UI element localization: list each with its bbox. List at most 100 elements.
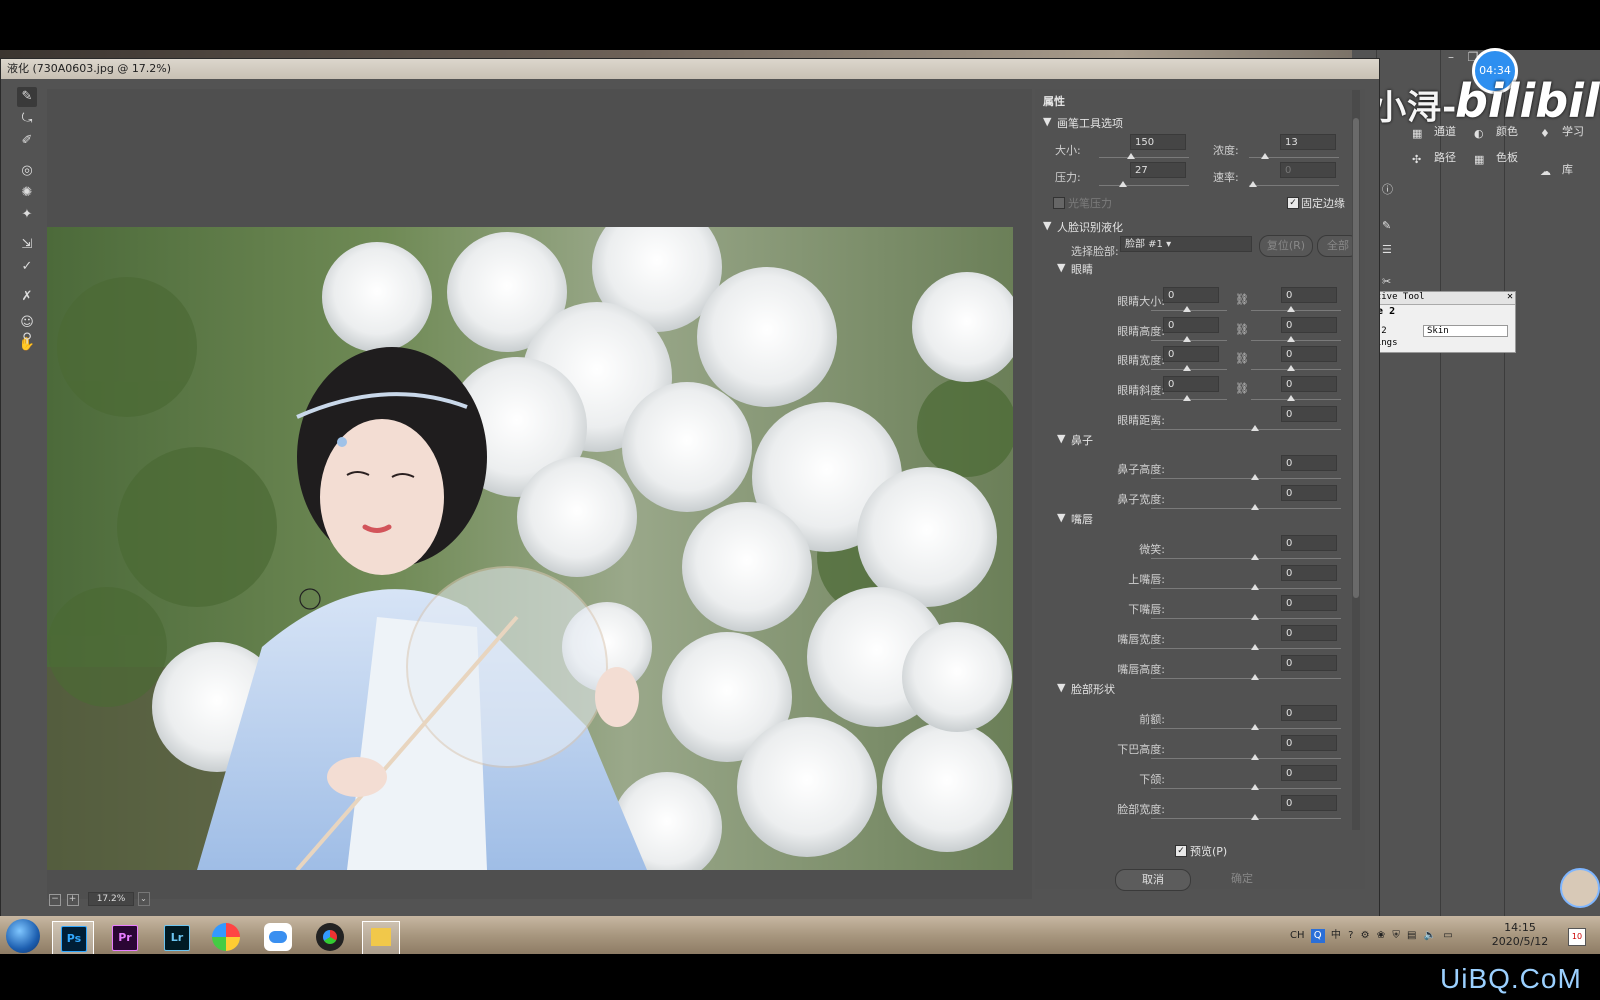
eye-height-right-input[interactable]: 0 xyxy=(1281,317,1337,333)
help-icon[interactable]: ? xyxy=(1348,930,1353,941)
stylus-pressure-checkbox[interactable] xyxy=(1053,197,1065,209)
eye-tilt-right-slider[interactable] xyxy=(1251,395,1341,401)
slider-knob[interactable] xyxy=(1127,153,1135,159)
zoom-in-button[interactable]: + xyxy=(66,894,79,906)
eye-distance-slider[interactable] xyxy=(1151,425,1341,431)
pressure-slider[interactable] xyxy=(1099,181,1189,187)
reset-button[interactable]: 复位(R) xyxy=(1259,235,1313,257)
slider-knob[interactable] xyxy=(1287,365,1295,371)
zoom-level-field[interactable]: 17.2% xyxy=(88,892,134,906)
eye-distance-input[interactable]: 0 xyxy=(1281,406,1337,422)
tools-icon[interactable]: ✂ xyxy=(1382,272,1391,292)
taskbar-premiere[interactable]: Pr xyxy=(104,921,144,953)
twirl-tool[interactable]: ◎ xyxy=(17,161,37,181)
eye-tilt-left-slider[interactable] xyxy=(1151,395,1227,401)
skin-dropdown[interactable]: Skin xyxy=(1423,325,1508,337)
freeze-mask-tool[interactable]: ✓ xyxy=(17,257,37,277)
reconstruct-tool[interactable]: ⤿ xyxy=(17,109,37,129)
slider-knob[interactable] xyxy=(1251,784,1259,790)
explorer-app-icon[interactable] xyxy=(362,921,400,955)
forward-warp-tool[interactable]: ✎ xyxy=(17,87,37,107)
jawline-input[interactable]: 0 xyxy=(1281,765,1337,781)
slider-knob[interactable] xyxy=(1251,814,1259,820)
display-icon[interactable]: ▭ xyxy=(1443,930,1452,941)
davinci-app-icon[interactable] xyxy=(316,923,344,951)
taskbar-photoshop[interactable]: Ps xyxy=(52,921,94,955)
slider-knob[interactable] xyxy=(1251,425,1259,431)
upper-lip-input[interactable]: 0 xyxy=(1281,565,1337,581)
preview-image[interactable] xyxy=(47,227,1013,870)
ok-button[interactable]: 确定 xyxy=(1205,869,1279,889)
rate-input[interactable]: 0 xyxy=(1280,162,1336,178)
eye-width-left-slider[interactable] xyxy=(1151,365,1227,371)
size-slider[interactable] xyxy=(1099,153,1189,159)
settings-icon[interactable]: ⚙ xyxy=(1361,930,1370,941)
section-face-toggle[interactable]: ▼ xyxy=(1043,219,1051,232)
eye-size-right-slider[interactable] xyxy=(1251,306,1341,312)
eye-size-right-input[interactable]: 0 xyxy=(1281,287,1337,303)
search-icon[interactable]: Q xyxy=(1310,929,1325,943)
pressure-input[interactable]: 27 xyxy=(1130,162,1186,178)
link-icon[interactable]: ⛓ xyxy=(1235,352,1249,365)
paths-panel-tab[interactable]: ✣ 路径 xyxy=(1412,148,1456,168)
select-face-dropdown[interactable]: 脸部 #1 ▾ xyxy=(1120,236,1252,252)
cloud-app-icon[interactable] xyxy=(264,923,292,951)
taskbar-clock[interactable]: 14:15 2020/5/12 xyxy=(1490,921,1550,949)
zoom-out-button[interactable]: − xyxy=(49,894,61,906)
info-icon[interactable]: ⓘ xyxy=(1382,180,1393,200)
eye-size-left-slider[interactable] xyxy=(1151,306,1227,312)
size-input[interactable]: 150 xyxy=(1130,134,1186,150)
taskbar-lightroom[interactable]: Lr xyxy=(156,921,196,953)
brush-icon[interactable]: ✎ xyxy=(1382,216,1391,236)
slider-knob[interactable] xyxy=(1287,336,1295,342)
scrollbar-thumb[interactable] xyxy=(1353,118,1359,598)
eye-tilt-left-input[interactable]: 0 xyxy=(1163,376,1219,392)
eye-height-right-slider[interactable] xyxy=(1251,336,1341,342)
link-icon[interactable]: ⛓ xyxy=(1235,323,1249,336)
face-width-input[interactable]: 0 xyxy=(1281,795,1337,811)
slider-knob[interactable] xyxy=(1119,181,1127,187)
slider-knob[interactable] xyxy=(1183,365,1191,371)
close-icon[interactable]: ✕ xyxy=(1507,291,1513,302)
eye-tilt-right-input[interactable]: 0 xyxy=(1281,376,1337,392)
slider-knob[interactable] xyxy=(1251,584,1259,590)
network-icon[interactable]: ▤ xyxy=(1407,930,1416,941)
notification-badge[interactable]: 10 xyxy=(1568,928,1586,946)
slider-knob[interactable] xyxy=(1251,674,1259,680)
chin-height-input[interactable]: 0 xyxy=(1281,735,1337,751)
density-input[interactable]: 13 xyxy=(1280,134,1336,150)
lower-lip-input[interactable]: 0 xyxy=(1281,595,1337,611)
eye-height-left-input[interactable]: 0 xyxy=(1163,317,1219,333)
push-left-tool[interactable]: ⇲ xyxy=(17,235,37,255)
slider-knob[interactable] xyxy=(1183,336,1191,342)
nose-width-slider[interactable] xyxy=(1151,504,1341,510)
nose-height-slider[interactable] xyxy=(1151,474,1341,480)
cancel-button[interactable]: 取消 xyxy=(1115,869,1191,891)
slider-knob[interactable] xyxy=(1251,554,1259,560)
mouth-width-input[interactable]: 0 xyxy=(1281,625,1337,641)
slider-knob[interactable] xyxy=(1251,754,1259,760)
eye-width-left-input[interactable]: 0 xyxy=(1163,346,1219,362)
eye-height-left-slider[interactable] xyxy=(1151,336,1227,342)
slider-knob[interactable] xyxy=(1183,306,1191,312)
language-indicator[interactable]: CH xyxy=(1290,930,1305,941)
jawline-slider[interactable] xyxy=(1151,784,1341,790)
smile-input[interactable]: 0 xyxy=(1281,535,1337,551)
forehead-input[interactable]: 0 xyxy=(1281,705,1337,721)
lower-lip-slider[interactable] xyxy=(1151,614,1341,620)
slider-knob[interactable] xyxy=(1287,395,1295,401)
eye-size-left-input[interactable]: 0 xyxy=(1163,287,1219,303)
section-mouth-toggle[interactable]: ▼ xyxy=(1057,511,1065,524)
mouth-height-input[interactable]: 0 xyxy=(1281,655,1337,671)
section-nose-toggle[interactable]: ▼ xyxy=(1057,432,1065,445)
section-eyes-toggle[interactable]: ▼ xyxy=(1057,261,1065,274)
flower-icon[interactable]: ❀ xyxy=(1377,930,1385,941)
nose-width-input[interactable]: 0 xyxy=(1281,485,1337,501)
smile-slider[interactable] xyxy=(1151,554,1341,560)
floating-tool-window[interactable]: ective Tool ✕ ine 2 ne 2 Skin ttings xyxy=(1362,291,1516,353)
nose-height-input[interactable]: 0 xyxy=(1281,455,1337,471)
eye-width-right-input[interactable]: 0 xyxy=(1281,346,1337,362)
smooth-tool[interactable]: ✐ xyxy=(17,131,37,151)
chin-height-slider[interactable] xyxy=(1151,754,1341,760)
libraries-panel-tab[interactable]: ☁ 库 xyxy=(1540,160,1573,180)
